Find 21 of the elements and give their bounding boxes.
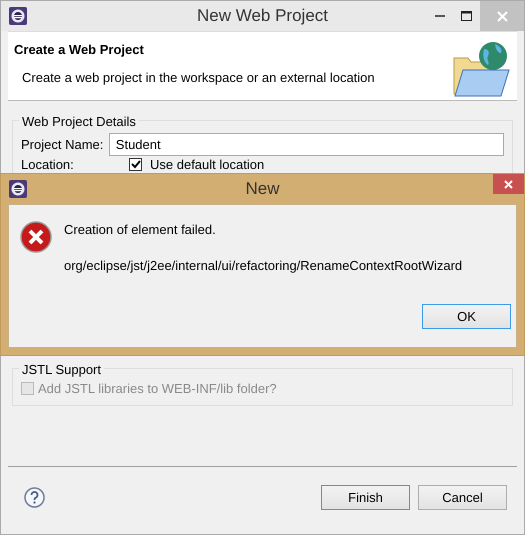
folder-globe-icon (451, 40, 511, 98)
error-message: Creation of element failed. (64, 221, 217, 239)
dialog-button[interactable]: Finish (321, 485, 410, 510)
help-icon[interactable] (24, 487, 45, 508)
field-label: Location: (21, 158, 75, 171)
error-icon (20, 221, 52, 253)
error-detail: org/eclipse/jst/j2ee/internal/ui/refactoring/RenameContextRootWizard (64, 256, 462, 275)
eclipse-logo-icon (9, 7, 27, 25)
window-title: New Web Project (196, 5, 329, 28)
dialog-button[interactable]: Cancel (418, 485, 507, 510)
checkbox-label: Use default location (150, 158, 264, 171)
field-label: Project Name: (21, 136, 104, 154)
ok-button[interactable]: OK (422, 304, 511, 329)
page-description: Create a web project in the workspace or an external location (22, 68, 375, 87)
page-title: Create a Web Project (14, 41, 145, 59)
dialog-title: New (244, 178, 280, 200)
checkbox-label: Add JSTL libraries to WEB-INF/lib folder? (38, 380, 277, 398)
project-name-field[interactable]: Student (108, 133, 504, 156)
close-icon[interactable] (493, 174, 524, 194)
eclipse-logo-icon (9, 180, 27, 198)
checkbox[interactable] (129, 158, 142, 171)
